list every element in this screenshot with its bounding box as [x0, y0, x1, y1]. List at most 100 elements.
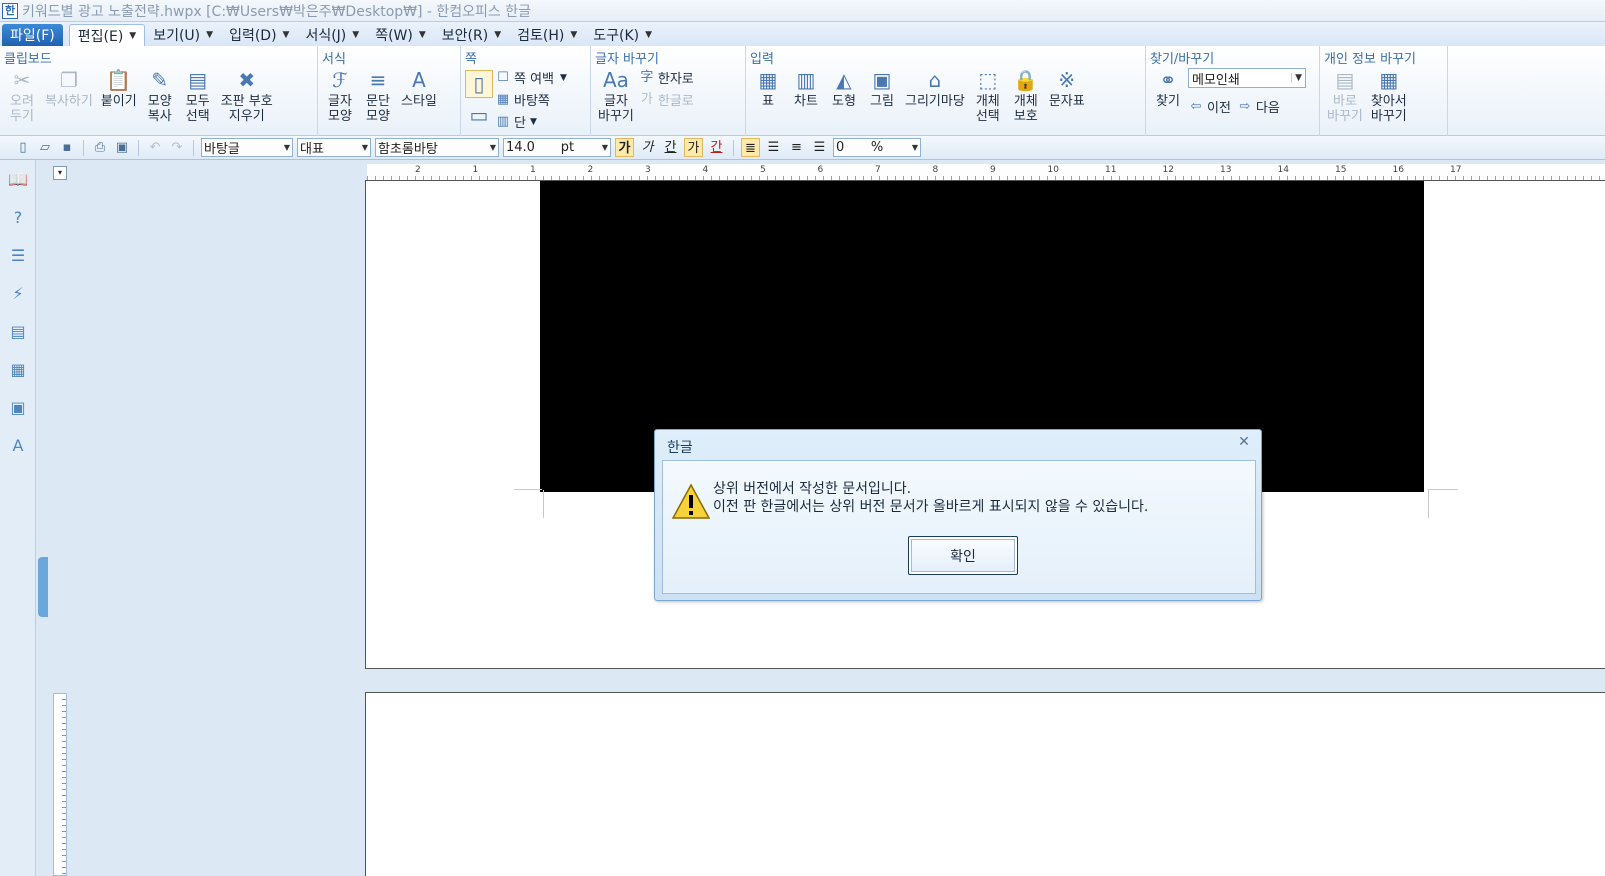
find-label: 찾기 [1156, 94, 1180, 109]
menu-edit[interactable]: 편집(E) ▼ [68, 24, 146, 46]
find-button[interactable]: ⚭ 찾기 [1150, 66, 1186, 109]
search-document-icon: ▦ [1379, 68, 1399, 92]
scissors-button[interactable]: ✂ 오려 두기 [4, 66, 40, 124]
menu-review[interactable]: 검토(H) ▼ [509, 24, 585, 46]
group-char-replace: 글자 바꾸기 Aa 글자 바꾸기 字 한자로 가 한글로 [591, 46, 746, 136]
lightning-icon[interactable]: ⚡ [0, 274, 36, 312]
app-logo-icon[interactable]: 한 [2, 2, 18, 19]
document-page[interactable] [365, 692, 1605, 876]
find-next-button[interactable]: ⇨ 다음 [1237, 97, 1279, 117]
paste-button[interactable]: 📋 붙이기 [98, 66, 140, 109]
binoculars-icon: ⚭ [1159, 68, 1177, 92]
page-setup-icon[interactable]: ▯ [465, 70, 493, 98]
open-folder-icon[interactable]: ▱ [36, 139, 54, 157]
underline-button[interactable]: 간 [661, 138, 680, 157]
list-icon[interactable]: ☰ [0, 236, 36, 274]
to-hangul-button[interactable]: 가 한글로 [639, 90, 694, 110]
redo-icon[interactable]: ↷ [168, 139, 186, 157]
find-prev-button[interactable]: ⇦ 이전 [1188, 97, 1231, 117]
chevron-down-icon: ▼ [489, 143, 496, 152]
ruler-number: 16 [1392, 165, 1404, 175]
ok-button[interactable]: 확인 [908, 536, 1018, 575]
sidebar-collapse-handle[interactable] [38, 557, 48, 617]
spacing-combo[interactable]: 0% ▼ [833, 138, 921, 157]
table-list-icon[interactable]: ▦ [0, 350, 36, 388]
group-format: 서식 ℱ 글자 모양 ≡ 문단 모양 A 스타일 [318, 46, 461, 136]
page-layout-icon[interactable]: ▭ [465, 101, 493, 129]
page-icon[interactable]: ▤ [0, 312, 36, 350]
char-replace-button[interactable]: Aa 글자 바꾸기 [595, 66, 637, 124]
group-title-format: 서식 [322, 52, 346, 67]
copy-button[interactable]: ❐ 복사하기 [42, 66, 96, 109]
page-background-button[interactable]: ▦ 바탕쪽 [495, 90, 567, 110]
chevron-down-icon: ▼ [645, 30, 653, 40]
language-combo[interactable]: 대표 ▼ [297, 138, 371, 157]
gallery-icon[interactable]: ▣ [0, 388, 36, 426]
para-shape-button[interactable]: ≡ 문단 모양 [360, 66, 396, 124]
close-icon[interactable]: ✕ [1236, 434, 1252, 450]
print-preview-icon[interactable]: ▣ [113, 139, 131, 157]
search-replace-button[interactable]: ▦ 찾아서 바꾸기 [1368, 66, 1410, 124]
book-icon[interactable]: 📖 [0, 160, 36, 198]
ruler-number: 4 [702, 165, 709, 175]
style-panel-icon[interactable]: A [0, 426, 36, 464]
memo-combo[interactable]: 메모인쇄 ▼ [1188, 68, 1306, 88]
font-color-button[interactable]: 간 [707, 138, 726, 157]
to-hanja-button[interactable]: 字 한자로 [639, 68, 693, 88]
picture-button[interactable]: ▣ 그림 [864, 66, 900, 109]
columns-label: 단 [514, 116, 526, 131]
shape-button[interactable]: ◭ 도형 [826, 66, 862, 109]
font-size-combo[interactable]: 14.0 pt ▼ [503, 138, 611, 157]
strike-button[interactable]: 가 [684, 138, 703, 157]
table-button[interactable]: ▦ 표 [750, 66, 786, 109]
menu-format[interactable]: 서식(J) ▼ [297, 24, 367, 46]
object-protect-button[interactable]: 🔒 개체 보호 [1008, 66, 1044, 124]
align-justify-icon[interactable]: ≣ [741, 138, 760, 157]
ruler-number: 17 [1450, 165, 1462, 175]
format-painter-button[interactable]: ✎ 모양 복사 [142, 66, 178, 124]
new-document-icon[interactable]: ▯ [14, 139, 32, 157]
object-select-button[interactable]: ⬚ 개체 선택 [970, 66, 1006, 124]
clear-marks-icon: ✖ [238, 68, 256, 92]
symbol-button[interactable]: ※ 문자표 [1046, 66, 1088, 109]
italic-button[interactable]: 가 [638, 138, 657, 157]
direct-replace-button[interactable]: ▤ 바로 바꾸기 [1324, 66, 1366, 124]
bold-button[interactable]: 가 [615, 138, 634, 157]
char-shape-button[interactable]: ℱ 글자 모양 [322, 66, 358, 124]
menu-tools[interactable]: 도구(K) ▼ [585, 24, 660, 46]
spinner-icon[interactable]: ▼ [602, 143, 608, 152]
chart-button[interactable]: ▥ 차트 [788, 66, 824, 109]
columns-button[interactable]: ▥ 단 ▼ [495, 112, 567, 132]
clipart-button[interactable]: ⌂ 그리기마당 [902, 66, 968, 109]
menu-tools-label: 도구(K) [593, 28, 640, 44]
page-margin-button[interactable]: ☐ 쪽 여백 ▼ [495, 68, 567, 88]
margin-icon: ☐ [497, 69, 509, 85]
undo-icon[interactable]: ↶ [146, 139, 164, 157]
select-all-button[interactable]: ▤ 모두 선택 [180, 66, 216, 124]
print-icon[interactable]: ⎙ [91, 139, 109, 157]
menu-file[interactable]: 파일(F) [2, 24, 63, 46]
menu-page[interactable]: 쪽(W) ▼ [367, 24, 434, 46]
menu-input[interactable]: 입력(D) ▼ [221, 24, 297, 46]
dialog-body: 상위 버전에서 작성한 문서입니다. 이전 판 한글에서는 상위 버전 문서가 … [662, 460, 1256, 594]
align-center-icon[interactable]: ≡ [787, 138, 806, 157]
page-margin-label: 쪽 여백 [514, 72, 555, 87]
ruler-corner-button[interactable]: ▾ [53, 166, 67, 180]
style-combo[interactable]: 바탕글 ▼ [201, 138, 293, 157]
columns-icon: ▥ [496, 113, 510, 129]
help-icon[interactable]: ? [0, 198, 36, 236]
ruler-number: 2 [415, 165, 421, 175]
align-right-icon[interactable]: ☰ [810, 138, 829, 157]
style-button[interactable]: A 스타일 [398, 66, 440, 109]
align-left-icon[interactable]: ☰ [764, 138, 783, 157]
menu-security[interactable]: 보안(R) ▼ [434, 24, 509, 46]
chevron-down-icon[interactable]: ▼ [129, 31, 136, 41]
document-icon: ▤ [1335, 68, 1355, 92]
dialog-title: 한글 [667, 440, 693, 456]
font-combo[interactable]: 함초롬바탕 ▼ [375, 138, 499, 157]
menu-view-label: 보기(U) [153, 28, 201, 44]
save-icon[interactable]: ▪ [58, 139, 76, 157]
clear-marks-button[interactable]: ✖ 조판 부호 지우기 [218, 66, 276, 124]
ruler-number: 2 [587, 165, 594, 175]
menu-view[interactable]: 보기(U) ▼ [145, 24, 221, 46]
